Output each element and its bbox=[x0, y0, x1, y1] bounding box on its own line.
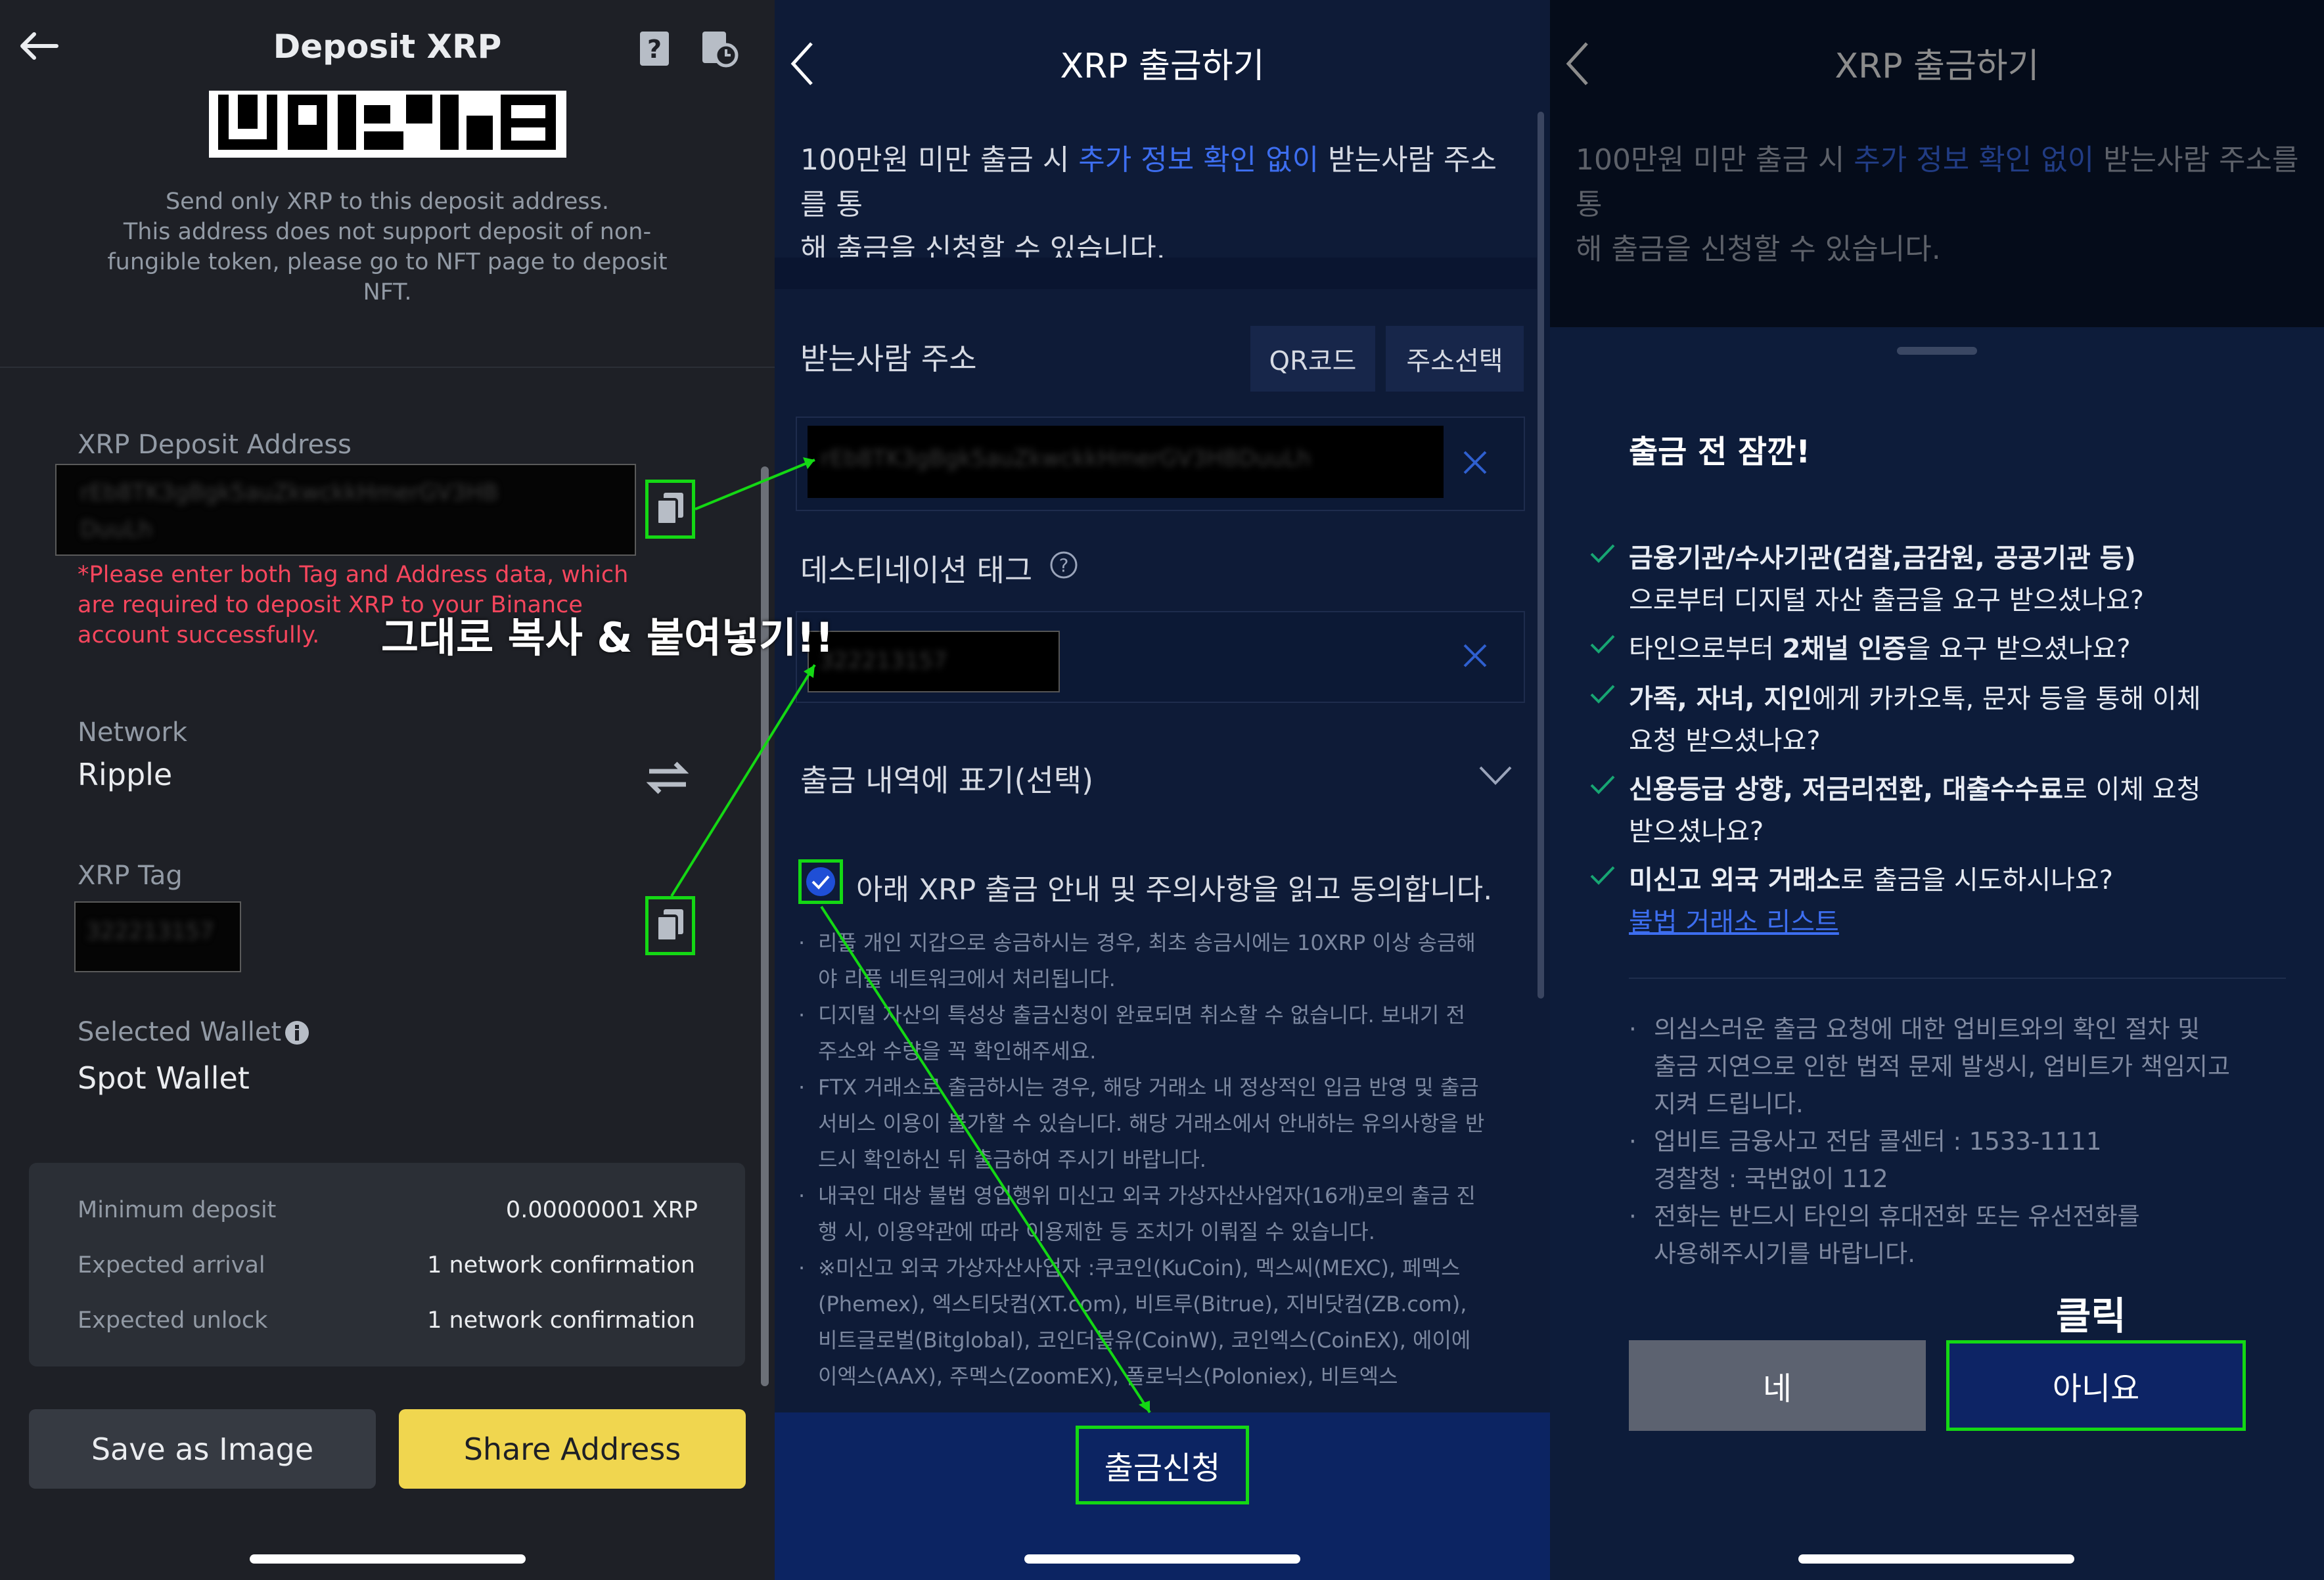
arrow-submit bbox=[820, 905, 1151, 1414]
arrow-address bbox=[695, 459, 815, 510]
copy-paste-annotation: 그대로 복사 & 붙여넣기!! bbox=[381, 614, 834, 662]
arrow-tag bbox=[670, 664, 816, 897]
annotation-arrows bbox=[670, 457, 1151, 1414]
